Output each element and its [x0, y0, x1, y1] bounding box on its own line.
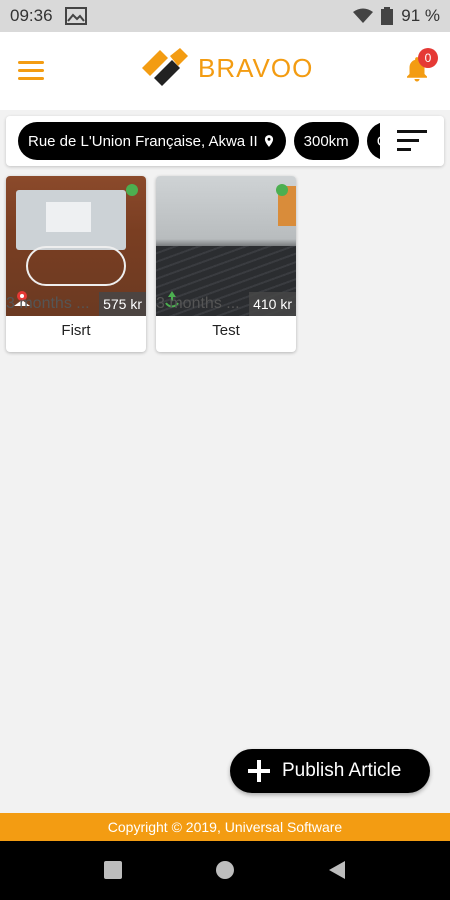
- sort-icon: [397, 130, 427, 151]
- notifications-button[interactable]: 0: [402, 48, 438, 84]
- photo-cable: [26, 246, 126, 286]
- filter-chips: Rue de L'Union Française, Akwa II 300km …: [18, 122, 386, 160]
- location-pin-icon: [264, 135, 273, 147]
- availability-dot: [126, 184, 138, 196]
- battery-icon: [381, 7, 394, 25]
- brand-name: BRAVOO: [198, 52, 314, 83]
- brand-logo: BRAVOO: [140, 48, 313, 88]
- home-icon[interactable]: [215, 860, 235, 880]
- battery-percent: 91 %: [401, 6, 440, 25]
- plus-icon: [248, 760, 270, 782]
- article-age: 3 months ...: [6, 295, 90, 312]
- hamburger-menu-icon[interactable]: [18, 61, 44, 81]
- back-icon[interactable]: [327, 860, 347, 880]
- app-header: BRAVOO 0: [0, 32, 450, 110]
- article-age: 3 months ...: [156, 295, 240, 312]
- recent-apps-icon[interactable]: [103, 860, 123, 880]
- publish-article-button[interactable]: Publish Article: [230, 749, 430, 793]
- article-meta: 3 months ... 575 kr: [6, 292, 146, 316]
- location-chip[interactable]: Rue de L'Union Française, Akwa II: [18, 122, 286, 160]
- article-title: Fisrt: [61, 322, 91, 339]
- logo-mark-icon: [142, 48, 188, 86]
- article-card[interactable]: 3 months ... 575 kr Fisrt: [6, 176, 146, 352]
- article-title: Test: [212, 322, 240, 339]
- location-chip-label: Rue de L'Union Française, Akwa II: [28, 132, 258, 150]
- filter-bar: Rue de L'Union Française, Akwa II 300km …: [6, 116, 444, 166]
- article-meta: 3 months ... 410 kr: [156, 292, 296, 316]
- copyright-footer: Copyright © 2019, Universal Software: [0, 813, 450, 841]
- notification-badge: 0: [418, 48, 438, 68]
- distance-chip[interactable]: 300km: [293, 122, 359, 160]
- publish-article-label: Publish Article: [282, 760, 402, 781]
- article-price: 575 kr: [99, 292, 146, 316]
- sort-button[interactable]: [380, 116, 444, 166]
- article-price: 410 kr: [249, 292, 296, 316]
- article-card[interactable]: 3 months ... 410 kr Test: [156, 176, 296, 352]
- wifi-icon: [353, 8, 374, 23]
- status-time: 09:36: [10, 6, 53, 25]
- copyright-text: Copyright © 2019, Universal Software: [107, 819, 343, 835]
- availability-dot: [276, 184, 288, 196]
- image-notification-icon: [64, 7, 87, 25]
- distance-chip-label: 300km: [303, 132, 349, 150]
- system-nav-bar: [0, 841, 450, 900]
- status-bar: 09:36 91 %: [0, 0, 450, 32]
- photo-device: [46, 202, 91, 232]
